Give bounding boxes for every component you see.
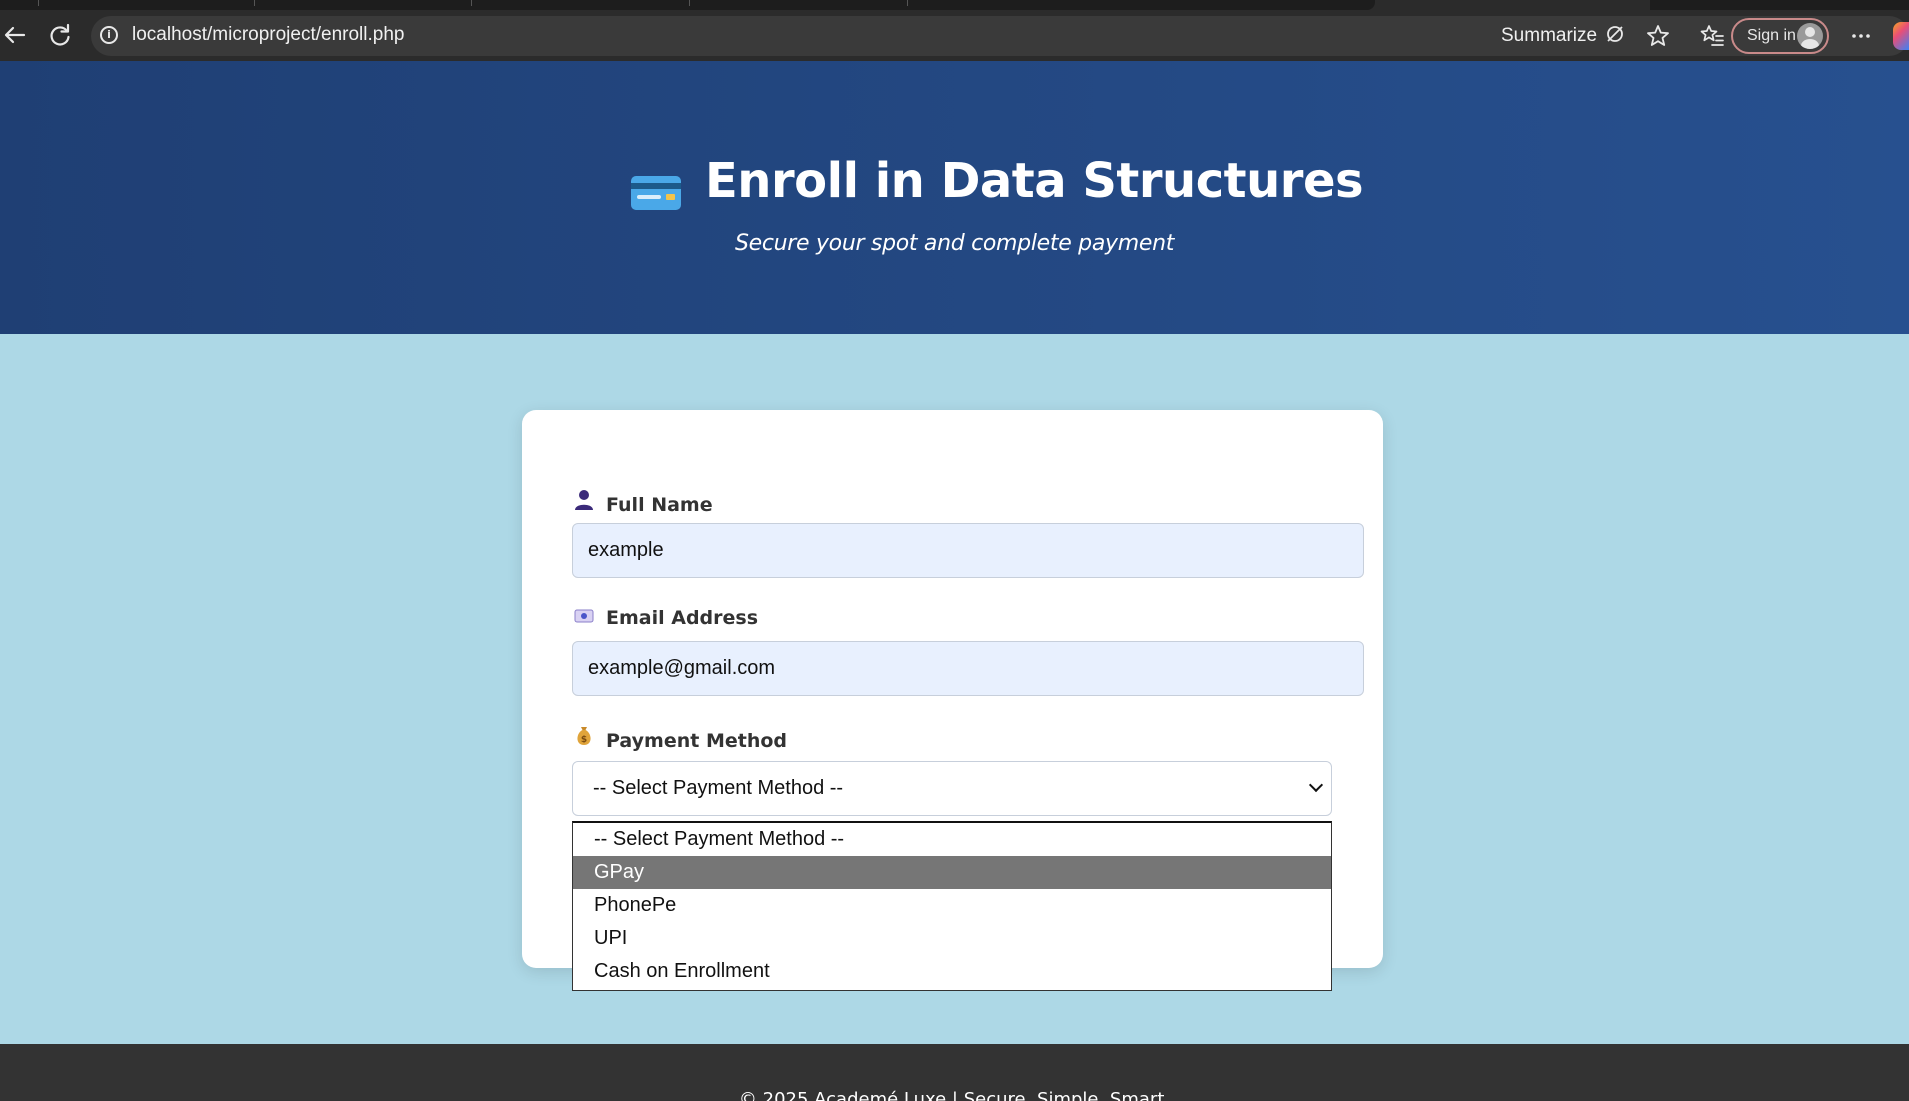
avatar <box>1797 23 1823 49</box>
payment-method-label: $ Payment Method <box>574 725 787 752</box>
full-name-input[interactable] <box>572 523 1364 578</box>
page: i localhost/microproject/enroll.php Summ… <box>0 0 1909 1101</box>
more-icon[interactable] <box>1846 21 1876 51</box>
tab-strip <box>0 0 1375 10</box>
chevron-down-icon <box>1308 777 1324 793</box>
tab-separator <box>38 0 39 6</box>
copilot-icon[interactable] <box>1893 22 1909 50</box>
page-subtitle: Secure your spot and complete payment <box>734 231 1175 256</box>
credit-card-icon <box>631 176 681 210</box>
eye-slash-icon[interactable] <box>1602 21 1628 47</box>
full-name-label: Full Name <box>574 489 713 516</box>
email-input[interactable] <box>572 641 1364 696</box>
summarize-button[interactable]: Summarize <box>1501 25 1597 47</box>
dropdown-option-cash[interactable]: Cash on Enrollment <box>573 955 1331 988</box>
tab-strip-right <box>1650 0 1909 10</box>
dropdown-option-gpay[interactable]: GPay <box>573 856 1331 889</box>
browser-toolbar: i localhost/microproject/enroll.php Summ… <box>0 0 1909 61</box>
tab-separator <box>689 0 690 6</box>
payment-method-dropdown: -- Select Payment Method -- GPay PhonePe… <box>572 821 1332 991</box>
reload-icon[interactable] <box>45 20 75 50</box>
payment-method-select[interactable]: -- Select Payment Method -- <box>572 761 1332 816</box>
sign-in-label: Sign in <box>1747 27 1796 44</box>
person-icon <box>574 489 598 516</box>
page-title: Enroll in Data Structures <box>705 153 1364 209</box>
tab-separator <box>907 0 908 6</box>
email-label: Email Address <box>574 607 758 629</box>
info-icon[interactable]: i <box>100 26 118 44</box>
email-icon <box>574 608 598 629</box>
payment-method-label-text: Payment Method <box>606 730 788 752</box>
dropdown-option-phonepe[interactable]: PhonePe <box>573 889 1331 922</box>
url-text[interactable]: localhost/microproject/enroll.php <box>132 24 404 46</box>
email-label-text: Email Address <box>606 607 759 629</box>
sign-in-button[interactable]: Sign in <box>1731 18 1829 54</box>
tab-separator <box>254 0 255 6</box>
star-icon[interactable] <box>1643 21 1673 51</box>
svg-text:$: $ <box>581 735 587 745</box>
money-bag-icon: $ <box>574 725 598 752</box>
tab-separator <box>471 0 472 6</box>
dropdown-option-placeholder[interactable]: -- Select Payment Method -- <box>573 823 1331 856</box>
footer-text: © 2025 Academé Luxe | Secure. Simple. Sm… <box>738 1089 1171 1101</box>
full-name-label-text: Full Name <box>606 494 713 516</box>
favorites-icon[interactable] <box>1697 21 1727 51</box>
dropdown-option-upi[interactable]: UPI <box>573 922 1331 955</box>
back-arrow-icon[interactable] <box>0 20 30 50</box>
payment-method-selected-value: -- Select Payment Method -- <box>593 777 844 799</box>
